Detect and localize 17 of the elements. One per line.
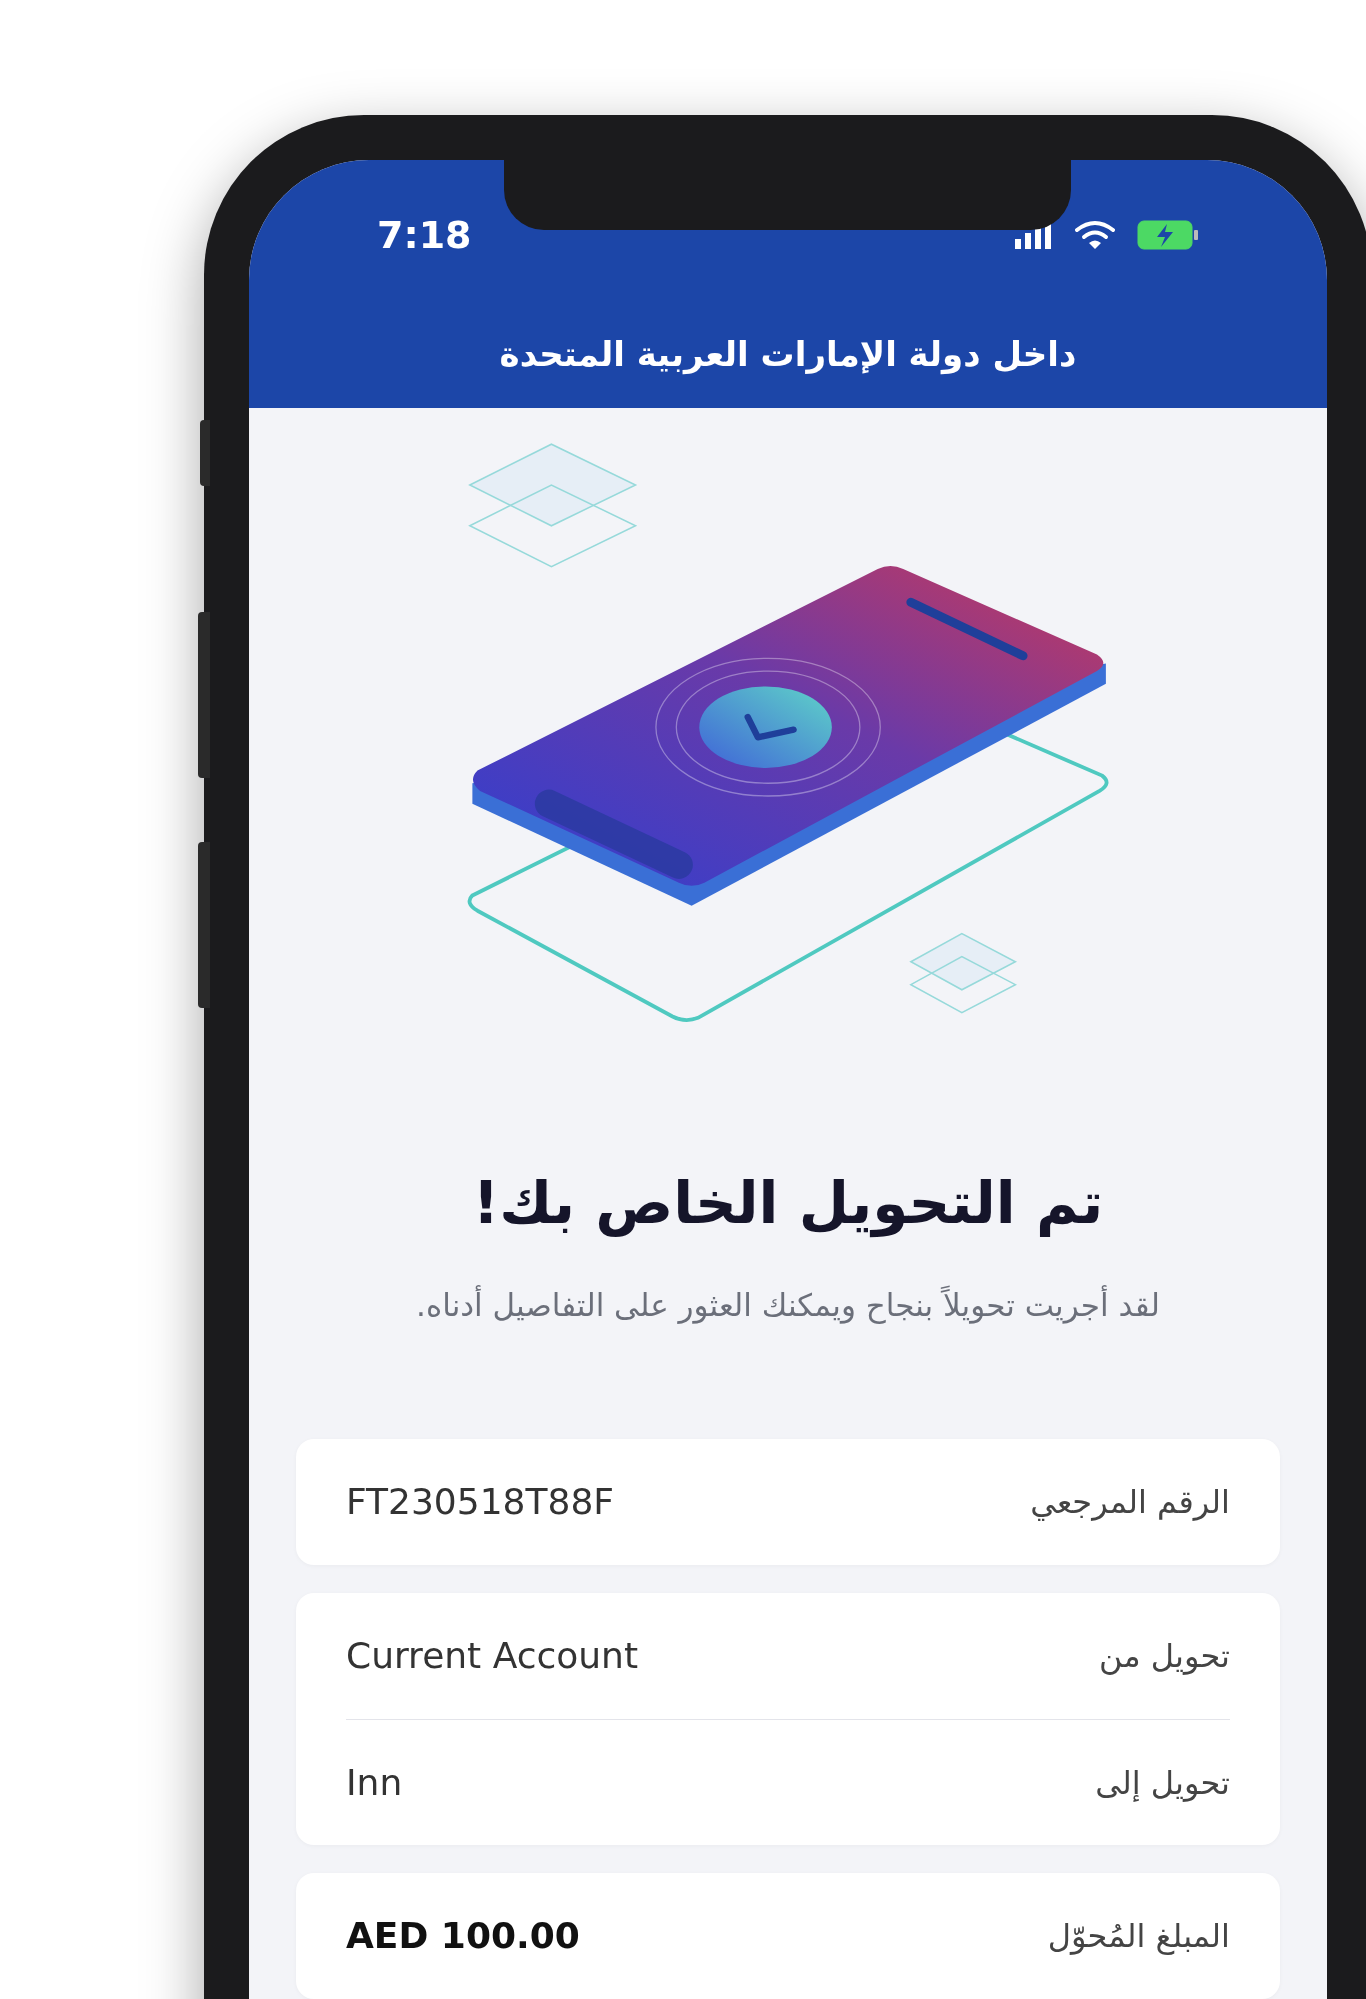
side-button[interactable] — [200, 420, 210, 486]
side-button[interactable] — [198, 612, 210, 778]
battery-charging-icon — [1137, 220, 1199, 250]
detail-label: الرقم المرجعي — [1030, 1482, 1230, 1523]
detail-value: FT230518T88F — [346, 1480, 614, 1524]
detail-value: Current Account — [346, 1634, 638, 1678]
success-message: لقد أجريت تحويلاً بنجاح ويمكنك العثور على التفاصيل أدناه. — [415, 1284, 1161, 1326]
success-title: تم التحويل الخاص بك! — [471, 1168, 1105, 1240]
detail-label: المبلغ المُحوّل — [1047, 1916, 1230, 1957]
detail-label: تحويل من — [1099, 1636, 1230, 1677]
wifi-icon — [1075, 220, 1115, 250]
status-time: 7:18 — [377, 211, 472, 259]
detail-label: تحويل إلى — [1095, 1762, 1230, 1804]
detail-value: AED 100.00 — [346, 1914, 580, 1958]
side-button[interactable] — [198, 842, 210, 1008]
detail-value: Inn — [346, 1760, 403, 1805]
header-title: داخل دولة الإمارات العربية المتحدة — [499, 332, 1077, 377]
